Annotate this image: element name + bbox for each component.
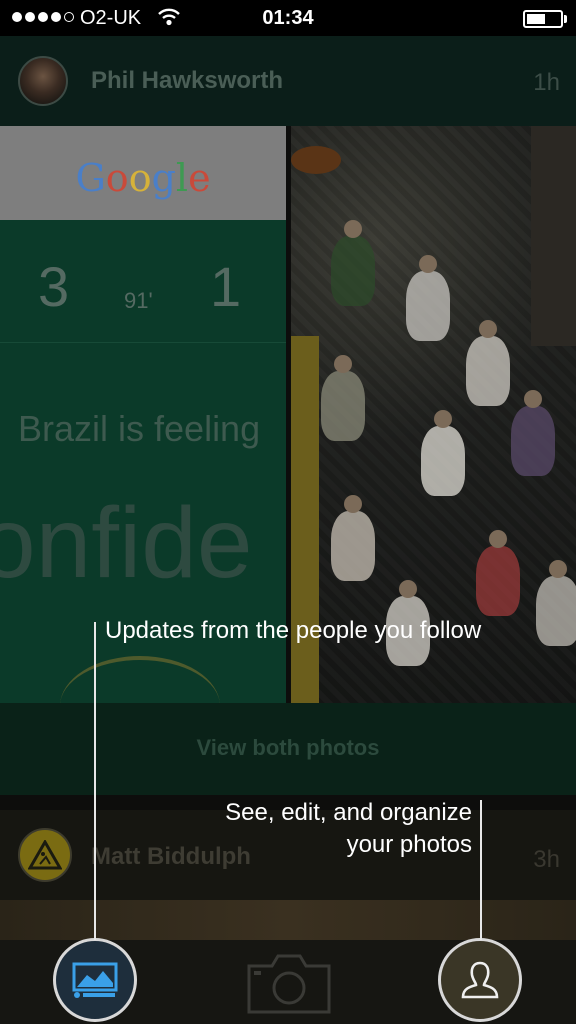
callout-line-profile [480,800,482,940]
callout-profile: See, edit, and organize your photos [160,797,472,861]
post-author[interactable]: Phil Hawksworth [91,67,283,95]
photo-yellow-table [291,336,319,703]
photo-person-head [549,560,567,578]
google-header: Google [0,126,286,220]
tab-camera[interactable] [246,952,332,1021]
photo-person-head [419,255,437,273]
warning-sign-icon [28,840,62,870]
photo-wall [531,126,576,346]
divider [0,342,286,343]
card-big-word: onfide [0,487,253,599]
callout-feed: Updates from the people you follow [105,617,482,644]
photo-person [466,336,510,406]
tab-feed[interactable] [53,938,137,1022]
post-header[interactable] [0,36,576,126]
photo-feed-icon [72,962,118,998]
logo-letter: o [105,156,129,200]
avatar[interactable] [18,828,72,882]
avatar[interactable] [18,56,68,106]
score-left: 3 [38,255,70,318]
post-time: 3h [533,846,560,873]
photo-person-head [434,410,452,428]
photo-person [406,271,450,341]
score-right: 1 [210,255,242,318]
photo-person [421,426,465,496]
photo-person [331,511,375,581]
battery-icon [523,10,563,28]
photo-person-head [399,580,417,598]
logo-letter: g [151,156,176,200]
photo-lamp [291,146,341,174]
photo-person-head [334,355,352,373]
view-both-photos-button[interactable]: View both photos [0,735,576,761]
callout-profile-line2: your photos [346,831,472,858]
logo-letter: o [128,156,152,200]
post-time: 1h [533,69,560,96]
post-photo-preview[interactable] [0,900,576,940]
photo-person-head [479,320,497,338]
photo-person-head [344,495,362,513]
tab-profile[interactable] [438,938,522,1022]
google-logo: Google [0,156,286,200]
person-icon [461,961,499,999]
callout-profile-line1: See, edit, and organize [225,799,472,826]
photo-person-head [489,530,507,548]
photo-person-head [344,220,362,238]
callout-line-feed [94,622,96,940]
decorative-arc [60,656,220,704]
photo-person [321,371,365,441]
logo-letter: l [175,156,189,200]
card-headline: Brazil is feeling [18,408,261,449]
status-time: 01:34 [262,7,314,29]
photo-person [536,576,576,646]
camera-icon [247,954,331,1014]
logo-letter: G [75,156,106,200]
photo-person [331,236,375,306]
battery-nub [564,15,567,23]
logo-letter: e [188,156,211,200]
photo-person [476,546,520,616]
match-minute: 91' [124,288,153,313]
photo-person-head [524,390,542,408]
photo-person [511,406,555,476]
